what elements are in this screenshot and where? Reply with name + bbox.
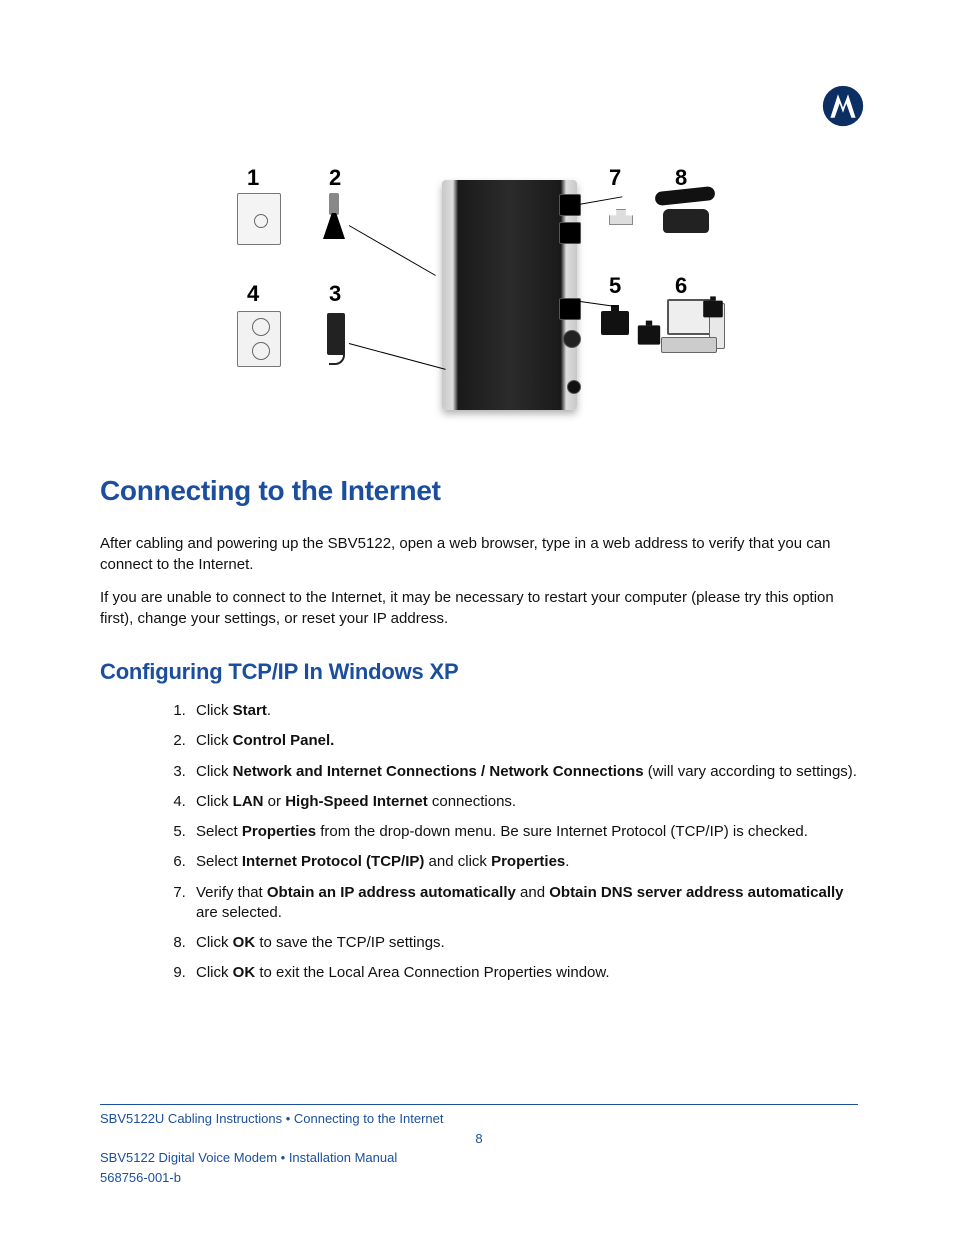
diagram-label-3: 3: [329, 281, 341, 307]
wall-cable-outlet-icon: [237, 193, 281, 245]
ethernet-connector-icon: [638, 325, 660, 344]
power-port-icon: [567, 380, 581, 394]
step-4: Click LAN or High-Speed Internet connect…: [190, 792, 864, 812]
power-adapter-icon: [327, 313, 345, 355]
footer-divider: [100, 1104, 858, 1105]
power-outlet-icon: [237, 311, 281, 367]
motorola-logo-icon: [822, 85, 864, 127]
diagram-label-7: 7: [609, 165, 621, 191]
diagram-label-2: 2: [329, 165, 341, 191]
modem-back-icon: [442, 180, 577, 410]
intro-paragraph-2: If you are unable to connect to the Inte…: [100, 587, 864, 629]
steps-list: Click Start. Click Control Panel. Click …: [100, 701, 864, 984]
page-footer: SBV5122U Cabling Instructions • Connecti…: [100, 1109, 858, 1187]
page-number: 8: [100, 1129, 858, 1149]
step-7: Verify that Obtain an IP address automat…: [190, 883, 864, 924]
ethernet-connector-icon: [601, 311, 629, 335]
heading-connecting: Connecting to the Internet: [100, 475, 864, 507]
heading-configuring: Configuring TCP/IP In Windows XP: [100, 659, 864, 685]
diagram-label-5: 5: [609, 273, 621, 299]
coax-cable-icon: [319, 193, 347, 241]
phone-connector-icon: [609, 209, 633, 225]
diagram-label-6: 6: [675, 273, 687, 299]
step-9: Click OK to exit the Local Area Connecti…: [190, 963, 864, 983]
step-2: Click Control Panel.: [190, 731, 864, 751]
lead-line: [349, 343, 446, 370]
step-3: Click Network and Internet Connections /…: [190, 762, 864, 782]
step-6: Select Internet Protocol (TCP/IP) and cl…: [190, 852, 864, 872]
diagram-label-1: 1: [247, 165, 259, 191]
footer-breadcrumb: SBV5122U Cabling Instructions • Connecti…: [100, 1109, 858, 1129]
telephone-icon: [655, 189, 717, 233]
lead-line: [349, 225, 436, 276]
coax-port-icon: [563, 330, 581, 348]
step-1: Click Start.: [190, 701, 864, 721]
ethernet-jack-icon: [703, 301, 723, 318]
tel-port-2-icon: [559, 222, 581, 244]
footer-manual-title: SBV5122 Digital Voice Modem • Installati…: [100, 1148, 858, 1168]
cabling-diagram: 1 2 3 4 5 6 7 8: [237, 165, 727, 425]
diagram-label-4: 4: [247, 281, 259, 307]
footer-doc-number: 568756-001-b: [100, 1168, 858, 1188]
step-5: Select Properties from the drop-down men…: [190, 822, 864, 842]
intro-paragraph-1: After cabling and powering up the SBV512…: [100, 533, 864, 575]
diagram-label-8: 8: [675, 165, 687, 191]
step-8: Click OK to save the TCP/IP settings.: [190, 933, 864, 953]
